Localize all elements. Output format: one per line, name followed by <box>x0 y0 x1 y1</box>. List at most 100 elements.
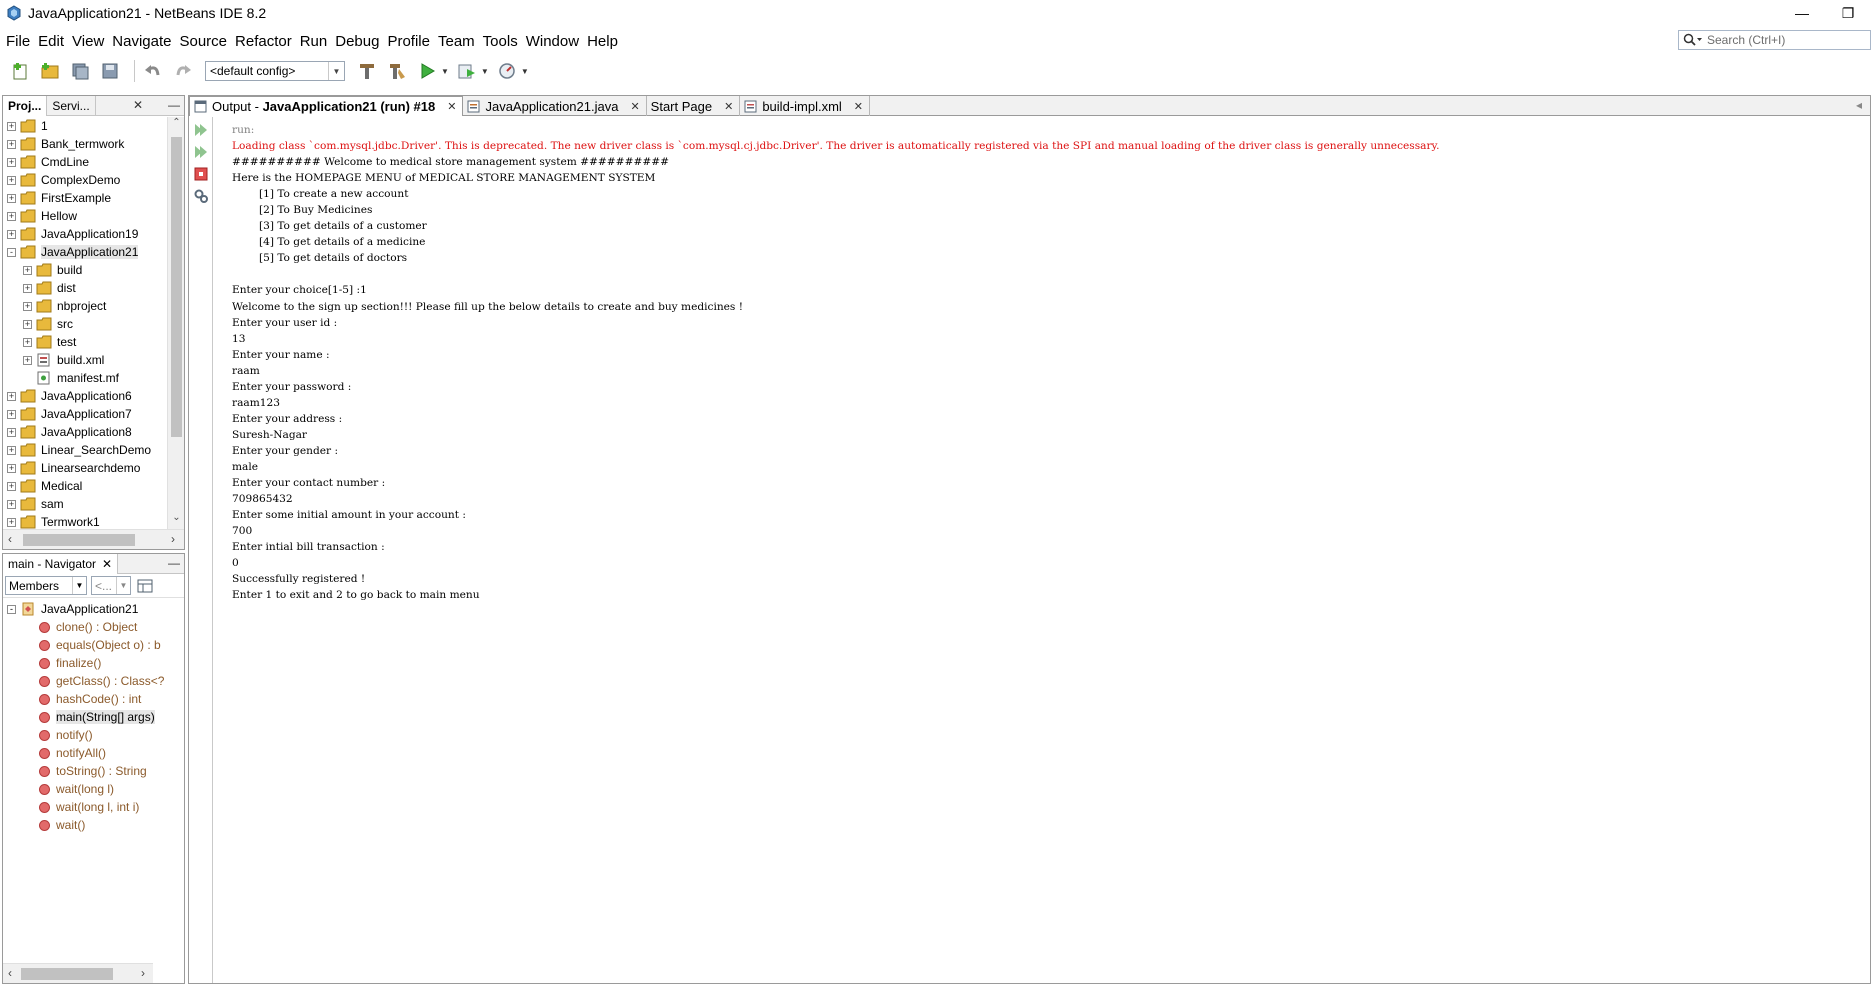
debug-dropdown-icon[interactable]: ▼ <box>481 67 489 76</box>
navigator-member[interactable]: notifyAll() <box>3 744 184 762</box>
menu-debug[interactable]: Debug <box>331 33 383 50</box>
expand-icon[interactable]: + <box>23 337 32 347</box>
config-select[interactable]: <default config> ▼ <box>205 61 345 81</box>
scroll-down-icon[interactable]: ⌄ <box>168 512 185 529</box>
project-tree-item[interactable]: + Termwork1 <box>3 513 168 529</box>
close-icon[interactable]: ✕ <box>630 100 639 113</box>
save-button[interactable] <box>98 59 122 83</box>
navigator-member[interactable]: wait() <box>3 816 184 834</box>
navigator-member[interactable]: clone() : Object <box>3 618 184 636</box>
expand-icon[interactable]: + <box>7 499 16 509</box>
collapse-icon[interactable]: - <box>7 247 16 257</box>
rerun-with-options-button[interactable] <box>192 143 210 161</box>
expand-icon[interactable]: + <box>7 391 16 401</box>
project-tree-item[interactable]: + build.xml <box>3 351 168 369</box>
close-icon[interactable]: ✕ <box>447 100 456 113</box>
scroll-left-icon[interactable]: ‹ <box>8 532 12 546</box>
secondary-filter-select[interactable]: <... ▼ <box>91 576 131 595</box>
menu-run[interactable]: Run <box>296 33 332 50</box>
expand-icon[interactable]: + <box>7 157 16 167</box>
navigator-member[interactable]: toString() : String <box>3 762 184 780</box>
expand-icon[interactable]: + <box>7 481 16 491</box>
project-tree-item[interactable]: + dist <box>3 279 168 297</box>
redo-button[interactable] <box>171 59 195 83</box>
navigator-member[interactable]: hashCode() : int <box>3 690 184 708</box>
scroll-right-icon[interactable]: › <box>171 532 175 546</box>
menu-edit[interactable]: Edit <box>34 33 68 50</box>
project-tree-item[interactable]: + JavaApplication6 <box>3 387 168 405</box>
project-tree-item[interactable]: + Bank_termwork <box>3 135 168 153</box>
minimize-button[interactable]: — <box>1779 0 1825 26</box>
undo-button[interactable] <box>141 59 165 83</box>
project-tree-item[interactable]: + Linearsearchdemo <box>3 459 168 477</box>
projects-vertical-scrollbar[interactable]: ⌃ ⌄ <box>167 117 184 529</box>
scrollbar-thumb[interactable] <box>171 137 182 437</box>
editor-tab[interactable]: Start Page ✕ <box>647 96 741 116</box>
close-icon[interactable]: ✕ <box>102 557 112 571</box>
new-file-button[interactable] <box>8 59 32 83</box>
editor-tab[interactable]: Output - JavaApplication21 (run) #18 ✕ <box>189 96 464 116</box>
search-input[interactable]: Search (Ctrl+I) <box>1678 30 1871 50</box>
open-project-button[interactable] <box>68 59 92 83</box>
expand-icon[interactable]: + <box>7 175 16 185</box>
project-tree-item[interactable]: + JavaApplication8 <box>3 423 168 441</box>
scrollbar-thumb[interactable] <box>23 534 135 546</box>
project-tree-item[interactable]: + src <box>3 315 168 333</box>
output-console[interactable]: run: Loading class `com.mysql.jdbc.Driver… <box>232 122 1862 603</box>
expand-icon[interactable]: + <box>23 319 32 329</box>
project-tree-item[interactable]: + test <box>3 333 168 351</box>
minimize-panel-icon[interactable]: — <box>168 98 180 112</box>
scroll-left-icon[interactable]: ‹ <box>8 966 12 980</box>
project-tree-item[interactable]: - JavaApplication21 <box>3 243 168 261</box>
project-tree-item[interactable]: +1 <box>3 117 168 135</box>
navigator-member[interactable]: main(String[] args) <box>3 708 184 726</box>
navigator-class-node[interactable]: - JavaApplication21 <box>3 600 184 618</box>
editor-tab[interactable]: build-impl.xml ✕ <box>740 96 871 116</box>
menu-window[interactable]: Window <box>522 33 583 50</box>
menu-help[interactable]: Help <box>583 33 622 50</box>
navigator-member[interactable]: equals(Object o) : b <box>3 636 184 654</box>
project-tree-item[interactable]: + Linear_SearchDemo <box>3 441 168 459</box>
collapse-icon[interactable]: - <box>7 604 16 614</box>
close-icon[interactable]: ✕ <box>724 100 733 113</box>
scroll-right-icon[interactable]: › <box>141 966 145 980</box>
project-tree-item[interactable]: + JavaApplication19 <box>3 225 168 243</box>
project-tree-item[interactable]: + ComplexDemo <box>3 171 168 189</box>
stop-button[interactable] <box>192 165 210 183</box>
menu-profile[interactable]: Profile <box>383 33 434 50</box>
project-tree-item[interactable]: + build <box>3 261 168 279</box>
expand-icon[interactable]: + <box>7 229 16 239</box>
clean-build-button[interactable] <box>385 59 409 83</box>
navigator-member[interactable]: wait(long l) <box>3 780 184 798</box>
expand-icon[interactable]: + <box>23 355 32 365</box>
menu-navigate[interactable]: Navigate <box>108 33 175 50</box>
expand-icon[interactable]: + <box>7 193 16 203</box>
close-icon[interactable]: ✕ <box>133 98 143 112</box>
minimize-panel-icon[interactable]: — <box>168 556 180 570</box>
expand-icon[interactable]: + <box>7 121 16 131</box>
expand-icon[interactable]: + <box>7 409 16 419</box>
tab-navigator[interactable]: main - Navigator ✕ <box>3 554 119 574</box>
menu-team[interactable]: Team <box>434 33 479 50</box>
settings-button[interactable] <box>192 187 210 205</box>
project-tree-item[interactable]: + Medical <box>3 477 168 495</box>
navigator-member[interactable]: notify() <box>3 726 184 744</box>
restore-button[interactable]: ❐ <box>1825 0 1871 26</box>
project-tree-item[interactable]: + nbproject <box>3 297 168 315</box>
project-tree-item[interactable]: + JavaApplication7 <box>3 405 168 423</box>
tab-projects[interactable]: Proj... <box>3 96 48 116</box>
profile-button[interactable] <box>495 59 519 83</box>
debug-button[interactable] <box>455 59 479 83</box>
scroll-up-icon[interactable]: ⌃ <box>168 117 185 134</box>
new-project-button[interactable] <box>38 59 62 83</box>
project-tree-item[interactable]: manifest.mf <box>3 369 168 387</box>
navigator-member[interactable]: getClass() : Class<? <box>3 672 184 690</box>
navigator-member[interactable]: wait(long l, int i) <box>3 798 184 816</box>
navigator-options-icon[interactable] <box>137 578 153 594</box>
menu-source[interactable]: Source <box>175 33 231 50</box>
editor-tab[interactable]: JavaApplication21.java ✕ <box>463 96 647 116</box>
members-filter-select[interactable]: Members ▼ <box>5 576 87 595</box>
project-tree-item[interactable]: + Hellow <box>3 207 168 225</box>
project-tree-item[interactable]: + FirstExample <box>3 189 168 207</box>
project-tree-item[interactable]: + sam <box>3 495 168 513</box>
